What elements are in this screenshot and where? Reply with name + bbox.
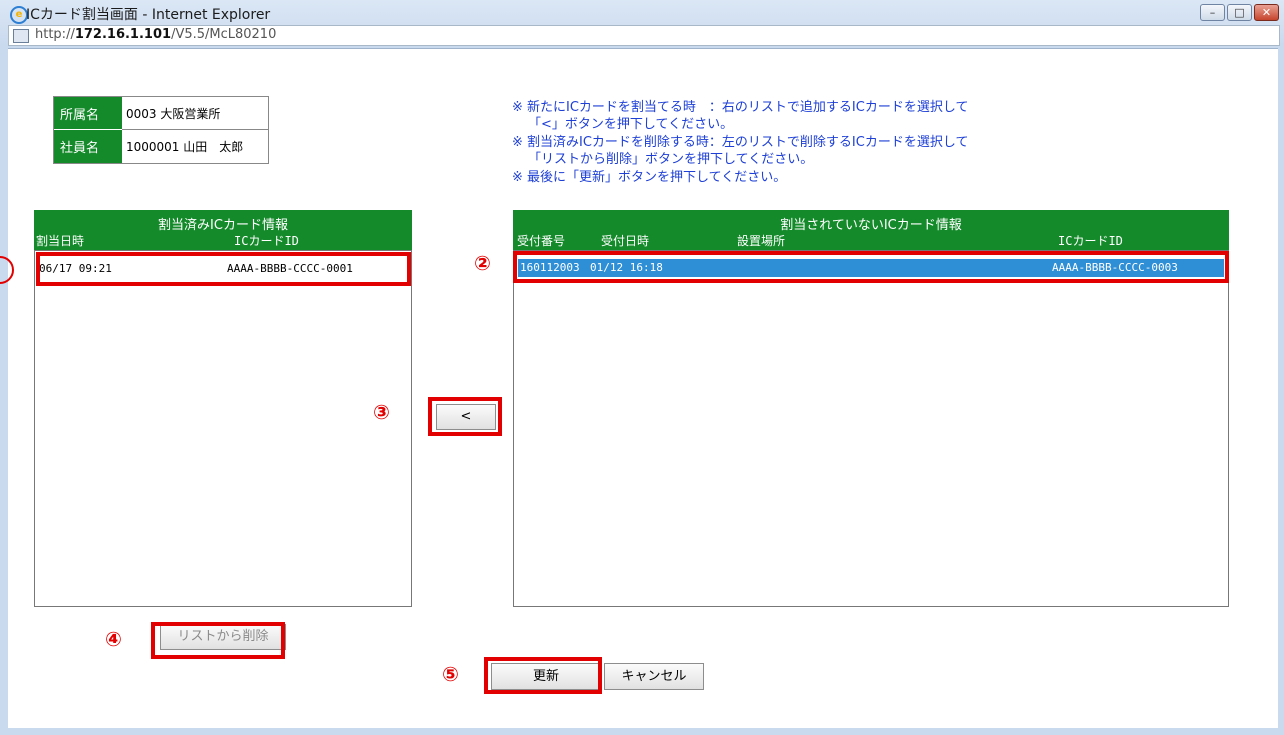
- cancel-button[interactable]: キャンセル: [604, 663, 704, 690]
- col-assigned-datetime: 割当日時: [36, 234, 85, 248]
- window-titlebar: e ICカード割当画面 - Internet Explorer – □ ✕ ht…: [0, 0, 1284, 49]
- window-right-frame: [1278, 48, 1284, 735]
- unassigned-list-header: 割当されていないICカード情報 受付番号 受付日時 設置場所 ICカードID: [513, 210, 1229, 250]
- col-reception-no: 受付番号: [517, 234, 566, 248]
- highlight-assigned-row: [36, 252, 411, 286]
- employee-value: 1000001 山田 太郎: [122, 130, 268, 163]
- page-icon: [13, 29, 29, 43]
- marker-4: ④: [105, 627, 122, 651]
- unassigned-list[interactable]: 160112003 01/12 16:18 AAAA-BBBB-CCCC-000…: [513, 250, 1229, 607]
- address-url: http://172.16.1.101/V5.5/McL80210: [35, 27, 276, 42]
- unassigned-list-title: 割当されていないICカード情報: [780, 218, 962, 233]
- assigned-list[interactable]: 06/17 09:21 AAAA-BBBB-CCCC-0001: [34, 250, 412, 607]
- instruction-line-2: 「<」ボタンを押下してください。: [528, 117, 734, 132]
- instruction-line-5: ※ 最後に「更新」ボタンを押下してください。: [512, 170, 787, 185]
- col-location: 設置場所: [737, 234, 786, 248]
- window-title: ICカード割当画面 - Internet Explorer: [26, 7, 271, 23]
- highlight-unassigned-row: [513, 251, 1229, 283]
- instruction-line-4: 「リストから削除」ボタンを押下してください。: [528, 152, 814, 167]
- employee-info-table: 所属名 0003 大阪営業所 社員名 1000001 山田 太郎: [53, 96, 269, 164]
- employee-label: 社員名: [54, 130, 122, 163]
- address-bar[interactable]: http://172.16.1.101/V5.5/McL80210: [8, 25, 1280, 46]
- marker-2: ②: [474, 251, 491, 275]
- url-prefix: http://: [35, 27, 75, 42]
- highlight-move-left: [428, 397, 502, 436]
- marker-5: ⑤: [442, 662, 459, 686]
- close-icon[interactable]: ✕: [1254, 4, 1279, 21]
- assigned-list-title: 割当済みICカード情報: [158, 218, 288, 233]
- maximize-icon[interactable]: □: [1227, 4, 1252, 21]
- col-unassigned-card-id: ICカードID: [1058, 234, 1123, 248]
- marker-1-circle: [0, 256, 14, 284]
- minimize-icon[interactable]: –: [1200, 4, 1225, 21]
- col-assigned-card-id: ICカードID: [234, 234, 299, 248]
- url-path: /V5.5/McL80210: [171, 27, 277, 42]
- highlight-remove: [151, 622, 285, 659]
- highlight-update: [484, 657, 602, 694]
- window-left-frame: [0, 48, 8, 735]
- url-host: 172.16.1.101: [74, 27, 172, 42]
- window-bottom-frame: [8, 728, 1278, 735]
- dept-value: 0003 大阪営業所: [122, 97, 268, 130]
- dept-label: 所属名: [54, 97, 122, 130]
- col-reception-datetime: 受付日時: [601, 234, 650, 248]
- assigned-list-header: 割当済みICカード情報 割当日時 ICカードID: [34, 210, 412, 250]
- marker-3: ③: [373, 400, 390, 424]
